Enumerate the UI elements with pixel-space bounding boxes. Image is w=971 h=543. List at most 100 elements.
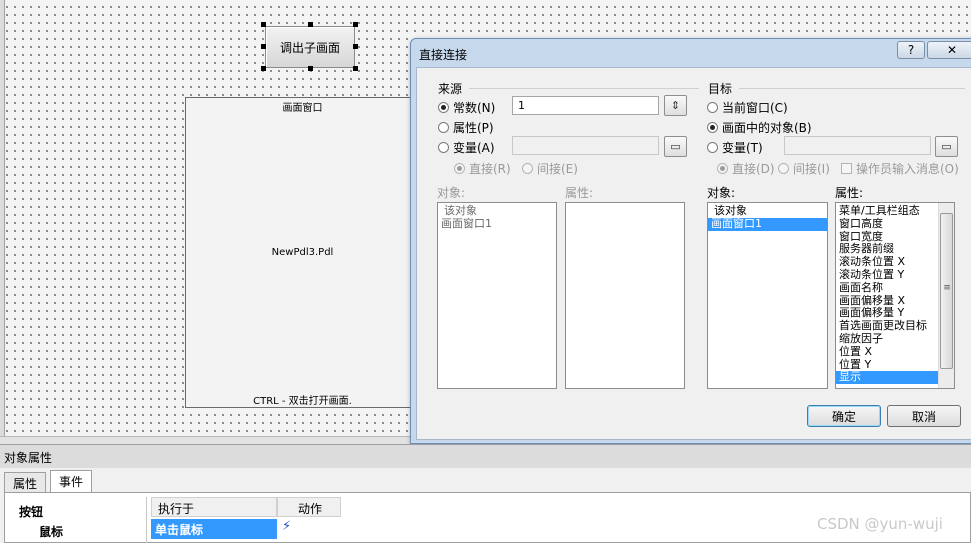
radio-checked-icon bbox=[707, 122, 718, 133]
source-variable-label: 变量(A) bbox=[453, 141, 495, 155]
radio-unchecked-icon bbox=[438, 142, 449, 153]
target-variable-label: 变量(T) bbox=[722, 141, 763, 155]
tab-events[interactable]: 事件 bbox=[50, 470, 93, 492]
source-attribute-label: 属性: bbox=[565, 186, 594, 200]
target-attribute-label: 属性: bbox=[835, 186, 864, 200]
target-group-divider bbox=[739, 88, 965, 89]
tree-node-button[interactable]: 按钮 bbox=[19, 503, 43, 520]
ok-button[interactable]: 确定 bbox=[807, 405, 881, 427]
target-indirect-label: 间接(I) bbox=[793, 162, 830, 176]
picture-window-hint: CTRL - 双击打开画面. bbox=[253, 396, 352, 407]
attribute-list-scrollbar[interactable]: ≡ bbox=[938, 203, 954, 388]
source-direct-label: 直接(R) bbox=[469, 162, 511, 176]
source-property-label: 属性(P) bbox=[453, 121, 494, 135]
column-header-action[interactable]: 动作 bbox=[277, 497, 341, 517]
source-attribute-list[interactable] bbox=[565, 202, 685, 389]
list-item-selected[interactable]: 画面窗口1 bbox=[708, 217, 827, 231]
target-current-window-radio[interactable]: 当前窗口(C) bbox=[707, 99, 788, 116]
selection-handle[interactable] bbox=[353, 22, 358, 27]
radio-checked-icon bbox=[717, 163, 728, 174]
source-property-radio[interactable]: 属性(P) bbox=[438, 119, 494, 136]
open-subpicture-button[interactable]: 调出子画面 bbox=[265, 26, 355, 68]
source-direct-radio[interactable]: 直接(R) bbox=[454, 160, 511, 177]
selection-handle[interactable] bbox=[353, 44, 358, 49]
dialog-title: 直接连接 bbox=[419, 48, 468, 62]
picture-window-title: 画面窗口 bbox=[282, 103, 323, 114]
list-item[interactable]: 画面窗口1 bbox=[438, 217, 556, 231]
list-item[interactable]: 画面名称 bbox=[836, 281, 939, 295]
browse-icon: ▭ bbox=[670, 140, 681, 153]
event-tree[interactable]: 按钮 鼠标 bbox=[15, 497, 147, 543]
radio-unchecked-icon bbox=[707, 102, 718, 113]
browse-icon: ▭ bbox=[941, 140, 952, 153]
target-variable-radio[interactable]: 变量(T) bbox=[707, 139, 763, 156]
source-object-list[interactable]: 该对象 画面窗口1 bbox=[437, 202, 557, 389]
scrollbar-thumb[interactable]: ≡ bbox=[940, 213, 953, 369]
radio-unchecked-icon bbox=[707, 142, 718, 153]
source-indirect-label: 间接(E) bbox=[537, 162, 578, 176]
selection-handle[interactable] bbox=[261, 66, 266, 71]
radio-unchecked-icon bbox=[778, 163, 789, 174]
selection-handle[interactable] bbox=[308, 66, 313, 71]
tree-node-mouse[interactable]: 鼠标 bbox=[39, 523, 63, 540]
target-group-title: 目标 bbox=[708, 82, 733, 96]
table-row-mouse-click[interactable]: 单击鼠标 bbox=[151, 519, 277, 539]
tab-properties[interactable]: 属性 bbox=[4, 472, 47, 492]
radio-checked-icon bbox=[438, 102, 449, 113]
cancel-button[interactable]: 取消 bbox=[887, 405, 961, 427]
source-constant-label: 常数(N) bbox=[453, 101, 496, 115]
source-group-title: 来源 bbox=[438, 82, 463, 96]
target-object-in-picture-label: 画面中的对象(B) bbox=[722, 121, 812, 135]
source-indirect-radio[interactable]: 间接(E) bbox=[522, 160, 578, 177]
source-constant-input[interactable]: 1 bbox=[512, 96, 659, 115]
selection-handle[interactable] bbox=[261, 44, 266, 49]
grip-icon: ≡ bbox=[943, 283, 951, 293]
target-variable-browse-button[interactable]: ▭ bbox=[935, 136, 958, 157]
source-object-label: 对象: bbox=[437, 186, 466, 200]
column-header-trigger[interactable]: 执行于 bbox=[151, 497, 277, 517]
list-item-selected[interactable]: 显示 bbox=[836, 371, 939, 385]
target-direct-radio[interactable]: 直接(D) bbox=[717, 160, 775, 177]
source-variable-input[interactable] bbox=[512, 136, 659, 155]
watermark: CSDN @yun-wuji bbox=[817, 515, 943, 533]
target-attribute-list[interactable]: 菜单/工具栏组态 窗口高度 窗口宽度 服务器前缀 滚动条位置 X 滚动条位置 Y… bbox=[835, 202, 955, 389]
cursor-icon: ⇕ bbox=[670, 99, 681, 112]
list-item[interactable]: 窗口高度 bbox=[836, 217, 939, 231]
open-subpicture-button-label: 调出子画面 bbox=[279, 40, 340, 55]
source-constant-radio[interactable]: 常数(N) bbox=[438, 99, 495, 116]
target-direct-label: 直接(D) bbox=[732, 162, 775, 176]
close-button[interactable]: ✕ bbox=[927, 41, 971, 59]
operator-input-message-checkbox[interactable]: 操作员输入消息(O) bbox=[841, 160, 959, 177]
target-indirect-radio[interactable]: 间接(I) bbox=[778, 160, 830, 177]
ok-button-label: 确定 bbox=[831, 409, 856, 424]
source-variable-radio[interactable]: 变量(A) bbox=[438, 139, 495, 156]
radio-unchecked-icon bbox=[438, 122, 449, 133]
list-item[interactable]: 该对象 bbox=[438, 204, 556, 218]
operator-input-message-label: 操作员输入消息(O) bbox=[856, 162, 959, 176]
list-item[interactable]: 位置 X bbox=[836, 345, 939, 359]
selection-handle[interactable] bbox=[308, 22, 313, 27]
list-item[interactable]: 缩放因子 bbox=[836, 332, 939, 346]
cancel-button-label: 取消 bbox=[911, 409, 936, 424]
target-current-window-label: 当前窗口(C) bbox=[722, 101, 788, 115]
picture-window-object[interactable]: 画面窗口 NewPdl3.Pdl CTRL - 双击打开画面. bbox=[185, 97, 420, 408]
source-group-divider bbox=[469, 88, 699, 89]
lightning-icon[interactable]: ⚡ bbox=[282, 519, 291, 534]
list-item[interactable]: 滚动条位置 Y bbox=[836, 268, 939, 282]
list-item[interactable]: 菜单/工具栏组态 bbox=[836, 204, 939, 218]
help-button[interactable]: ? bbox=[897, 41, 925, 59]
dialog-body: 来源 常数(N) 1 ⇕ 属性(P) 变量(A) ▭ 直接(R) 间接(E) 对… bbox=[416, 67, 971, 440]
canvas-left-frame bbox=[0, 0, 5, 444]
checkbox-unchecked-icon bbox=[841, 163, 852, 174]
source-constant-picker-button[interactable]: ⇕ bbox=[664, 95, 687, 116]
selection-handle[interactable] bbox=[353, 66, 358, 71]
target-variable-input[interactable] bbox=[784, 136, 931, 155]
list-item[interactable]: 该对象 bbox=[708, 204, 827, 218]
selection-handle[interactable] bbox=[261, 22, 266, 27]
target-object-in-picture-radio[interactable]: 画面中的对象(B) bbox=[707, 119, 812, 136]
source-variable-browse-button[interactable]: ▭ bbox=[664, 136, 687, 157]
radio-unchecked-icon bbox=[522, 163, 533, 174]
close-icon: ✕ bbox=[946, 43, 958, 57]
picture-window-file: NewPdl3.Pdl bbox=[271, 247, 334, 258]
target-object-list[interactable]: 该对象 画面窗口1 bbox=[707, 202, 828, 389]
